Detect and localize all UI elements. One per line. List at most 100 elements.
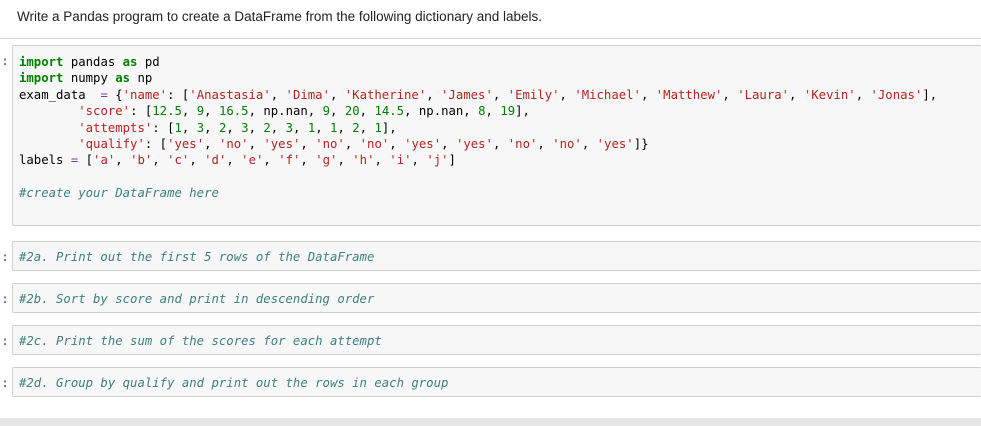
code-token: 1 [174,120,182,135]
code-cell-2c[interactable]: #2c. Print the sum of the scores for eac… [12,325,981,355]
code-token: , [152,153,168,168]
code-token: 'a' [93,153,116,168]
code-token: 'no' [552,137,582,152]
code-token: , [789,87,804,102]
code-token: numpy [63,71,116,86]
code-token: 'no' [315,137,345,152]
code-token: , [492,87,508,102]
code-token: pandas [63,55,123,69]
code-token: ], [922,87,938,102]
code-line: import numpy as np [19,70,981,86]
code-token: , [181,104,197,119]
code-token: 'Emily' [507,87,560,102]
code-comment: #2d. Group by qualify and print out the … [19,376,449,390]
code-token: , np.nan, [404,104,479,119]
task-instruction: Write a Pandas program to create a DataF… [17,9,543,24]
code-token: 2 [352,120,360,135]
code-line: labels = ['a', 'b', 'c', 'd', 'e', 'f', … [19,152,981,168]
code-token: 'no' [218,137,249,152]
code-token: 'd' [204,153,227,168]
code-token: , [640,87,656,102]
code-token: , [537,137,553,152]
code-token: 'yes' [455,137,493,152]
code-token: 'yes' [404,137,442,152]
code-line: 'attempts': [1, 3, 2, 3, 2, 3, 1, 1, 2, … [19,120,981,136]
prompt-marker: : [1,292,9,306]
code-token: : [ [130,104,153,119]
code-token: 'Jonas' [870,87,923,102]
code-line: exam_data = {'name': ['Anastasia', 'Dima… [19,87,981,103]
code-token: 19 [500,104,516,119]
code-token: , [226,153,242,168]
code-line: 'qualify': ['yes', 'no', 'yes', 'no', 'n… [19,136,981,152]
code-cell-main[interactable]: import pandas as pd import numpy as np exa… [12,45,981,226]
code-token: { [107,87,123,102]
code-cell-2d[interactable]: #2d. Group by qualify and print out the … [12,367,981,397]
code-token: 'yes' [596,137,634,152]
code-token: 12.5 [152,104,182,119]
code-token: import [19,71,64,86]
code-token: , [337,153,353,168]
code-token: 'Dima' [285,87,330,102]
code-token: 14.5 [374,104,405,119]
code-token: , [411,153,427,168]
code-token: , [115,153,131,168]
code-token: : [ [167,87,190,102]
code-token: , [344,137,360,152]
code-token: 20 [344,104,360,119]
code-token: , [441,137,456,152]
code-token: : [ [152,120,175,135]
code-token: , [389,137,405,152]
code-token: , [270,87,286,102]
code-token: 'attempts' [78,120,153,135]
code-token: , [204,104,219,119]
code-token: as [115,71,131,86]
code-editor[interactable]: import pandas as pd import numpy as np exa… [13,54,981,202]
code-token: 'b' [130,153,153,168]
code-token: 'Matthew' [655,87,723,102]
divider [0,38,981,39]
code-token: , [485,104,501,119]
code-token: 'score' [78,104,131,119]
code-token: 'h' [352,153,375,168]
code-token: 3 [196,120,205,135]
code-token: 'no' [507,137,538,152]
code-token: 'j' [426,153,449,168]
code-token: 'James' [441,87,493,102]
code-token: , [189,153,205,168]
code-token: , [374,153,390,168]
code-token: = [100,87,108,102]
code-cell-2a[interactable]: #2a. Print out the first 5 rows of the D… [12,241,981,271]
code-token: 'c' [167,153,190,168]
code-token: , [248,120,264,135]
code-token: , [181,120,197,135]
code-token: exam_data [19,87,101,102]
code-token: , [559,87,575,102]
code-token: 'Katherine' [344,87,427,102]
code-token: 1 [374,120,382,135]
prompt-marker: : [1,250,9,264]
code-token: 'Anastasia' [189,87,271,102]
code-token: , [426,87,442,102]
code-token: 9 [322,104,331,119]
code-token: , [263,153,279,168]
code-token: , [359,104,375,119]
code-cell-2b[interactable]: #2b. Sort by score and print in descendi… [12,283,981,313]
code-token: , [226,120,242,135]
code-token: 2 [263,120,271,135]
code-token: , [300,153,316,168]
code-token: , [248,137,264,152]
code-token: , [270,120,286,135]
code-token: 'yes' [263,137,301,152]
code-token: , [329,87,345,102]
code-token: 'f' [278,153,301,168]
code-token: 'name' [122,87,168,102]
code-token: [ [78,153,94,168]
code-token: ], [515,104,530,119]
code-token: 'yes' [167,137,205,152]
code-comment: #2c. Print the sum of the scores for eac… [19,334,382,348]
code-line: import pandas as pd [19,54,981,70]
code-token: , [359,120,375,135]
horizontal-scrollbar[interactable] [0,418,981,426]
